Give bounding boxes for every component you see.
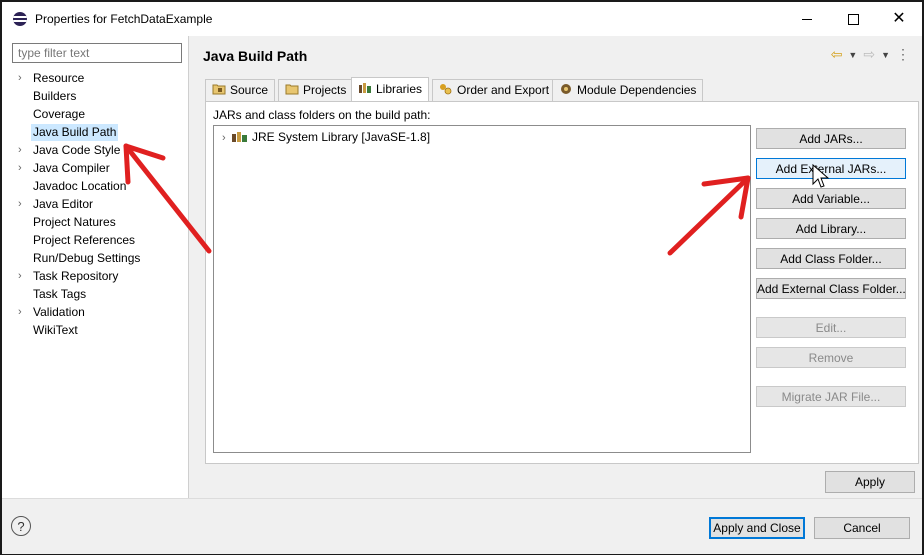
back-dropdown-icon[interactable]: ▼ <box>848 50 857 60</box>
order-export-icon <box>440 84 452 95</box>
apply-button[interactable]: Apply <box>825 471 915 493</box>
tree-item-run-debug-settings[interactable]: Run/Debug Settings <box>33 250 140 267</box>
build-path-label: JARs and class folders on the build path… <box>213 108 431 122</box>
tree-item-coverage[interactable]: Coverage <box>33 106 85 123</box>
dialog-footer: ? Apply and Close Cancel <box>2 498 922 554</box>
tab-module-dependencies[interactable]: Module Dependencies <box>552 79 704 101</box>
source-folder-icon <box>212 84 226 95</box>
page-title: Java Build Path <box>203 48 308 64</box>
cancel-button[interactable]: Cancel <box>814 517 910 539</box>
expand-arrow-icon[interactable]: › <box>18 304 26 321</box>
expand-arrow-icon[interactable]: › <box>18 142 26 159</box>
tree-item-project-references[interactable]: Project References <box>33 232 135 249</box>
expand-arrow-icon[interactable]: › <box>222 132 232 144</box>
close-button[interactable]: ✕ <box>876 2 922 36</box>
forward-dropdown-icon: ▼ <box>881 49 890 60</box>
tab-order-and-export[interactable]: Order and Export <box>432 79 557 101</box>
tab-source[interactable]: Source <box>205 79 276 101</box>
add-external-class-folder-button[interactable]: Add External Class Folder... <box>756 278 906 299</box>
expand-arrow-icon[interactable]: › <box>18 268 26 285</box>
tree-item-builders[interactable]: Builders <box>33 88 76 105</box>
tree-item-validation[interactable]: Validation <box>33 304 85 321</box>
libraries-tree[interactable]: › JRE System Library [JavaSE-1.8] <box>213 125 751 453</box>
add-external-jars-button[interactable]: Add External JARs... <box>756 158 906 179</box>
tree-item-java-build-path[interactable]: Java Build Path <box>31 124 119 141</box>
projects-folder-icon <box>285 84 299 95</box>
minimize-icon <box>802 18 812 20</box>
migrate-jar-file-button: Migrate JAR File... <box>756 386 906 407</box>
close-icon: ✕ <box>892 10 906 27</box>
module-dependencies-icon <box>561 84 571 94</box>
filter-input[interactable] <box>12 43 182 63</box>
eclipse-icon <box>13 12 27 26</box>
properties-dialog: Properties for FetchDataExample ✕ › Resou… <box>0 0 924 555</box>
apply-and-close-button[interactable]: Apply and Close <box>709 517 805 539</box>
libraries-panel: JARs and class folders on the build path… <box>205 101 919 464</box>
tree-item-project-natures[interactable]: Project Natures <box>33 214 116 231</box>
title-bar: Properties for FetchDataExample ✕ <box>2 2 922 36</box>
tab-libraries[interactable]: Libraries <box>351 77 430 101</box>
tree-item-task-repository[interactable]: Task Repository <box>33 268 118 285</box>
remove-button: Remove <box>756 347 906 368</box>
view-menu-icon[interactable]: ⋮ <box>896 46 910 63</box>
property-page: Java Build Path ⇦ ▼ ⇨ ▼ ⋮ Source Project… <box>189 36 922 498</box>
tree-item-wikitext[interactable]: WikiText <box>33 322 78 339</box>
libraries-icon <box>359 83 371 93</box>
edit-button: Edit... <box>756 317 906 338</box>
tree-item-resource[interactable]: Resource <box>33 70 84 87</box>
tab-projects[interactable]: Projects <box>278 79 354 101</box>
add-variable-button[interactable]: Add Variable... <box>756 188 906 209</box>
expand-arrow-icon[interactable]: › <box>18 196 26 213</box>
tree-item-java-compiler[interactable]: Java Compiler <box>33 160 110 177</box>
tree-item-javadoc-location[interactable]: Javadoc Location <box>33 178 126 195</box>
window-title: Properties for FetchDataExample <box>35 12 213 26</box>
tree-item-task-tags[interactable]: Task Tags <box>33 286 86 303</box>
maximize-button[interactable] <box>830 2 876 36</box>
page-navigation: ⇦ ▼ ⇨ ▼ ⋮ <box>831 46 910 63</box>
back-arrow-icon[interactable]: ⇦ <box>831 46 843 63</box>
add-class-folder-button[interactable]: Add Class Folder... <box>756 248 906 269</box>
tree-row-jre-system-library[interactable]: › JRE System Library [JavaSE-1.8] <box>222 130 430 144</box>
help-icon[interactable]: ? <box>11 516 31 536</box>
jar-library-icon <box>232 132 247 142</box>
maximize-icon <box>847 13 859 25</box>
tree-item-java-editor[interactable]: Java Editor <box>33 196 93 213</box>
add-library-button[interactable]: Add Library... <box>756 218 906 239</box>
expand-arrow-icon[interactable]: › <box>18 70 26 87</box>
forward-arrow-icon: ⇨ <box>863 46 876 62</box>
add-jars-button[interactable]: Add JARs... <box>756 128 906 149</box>
tree-item-java-code-style[interactable]: Java Code Style <box>33 142 120 159</box>
expand-arrow-icon[interactable]: › <box>18 160 26 177</box>
minimize-button[interactable] <box>784 2 830 36</box>
property-page-tree: › ResourceBuildersCoverageJava Build Path… <box>2 36 189 498</box>
